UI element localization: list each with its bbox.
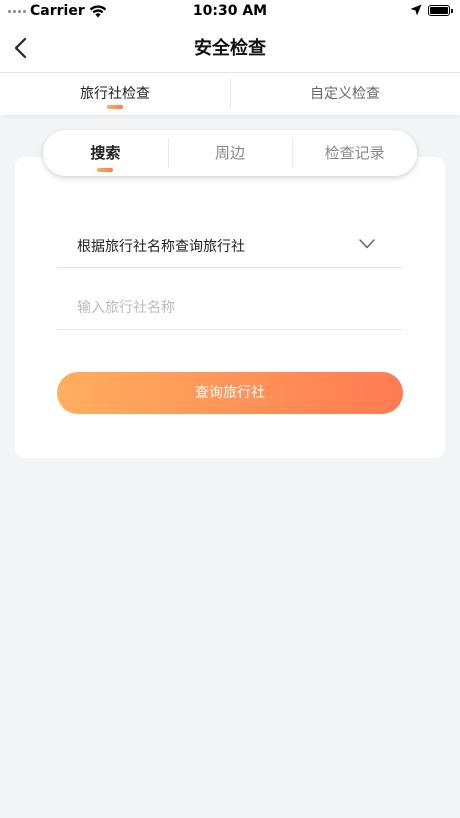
tab-custom-check[interactable]: 自定义检查 — [230, 73, 460, 115]
tab-active-indicator — [107, 105, 123, 109]
search-mode-label: 根据旅行社名称查询旅行社 — [77, 239, 245, 255]
segment-label: 检查记录 — [324, 144, 385, 162]
segment-label: 搜索 — [90, 144, 121, 162]
agency-name-input[interactable] — [77, 296, 377, 320]
nav-bar: 安全检查 — [0, 24, 460, 73]
status-bar: Carrier 10:30 AM — [0, 0, 460, 24]
top-tab-bar: 旅行社检查 自定义检查 — [0, 73, 460, 115]
query-agency-button[interactable]: 查询旅行社 — [57, 372, 403, 414]
battery-icon — [428, 4, 453, 16]
segment-active-indicator — [97, 168, 114, 172]
location-arrow-icon — [410, 4, 422, 16]
tab-travel-agency-check[interactable]: 旅行社检查 — [0, 73, 230, 115]
status-time: 10:30 AM — [192, 3, 268, 19]
status-right — [410, 4, 453, 16]
page-title: 安全检查 — [194, 38, 266, 59]
tab-label: 自定义检查 — [310, 86, 380, 102]
agency-name-field-row — [57, 288, 403, 330]
segment-tab-search[interactable]: 搜索 — [43, 130, 168, 176]
segment-label: 周边 — [215, 144, 246, 162]
chevron-down-icon — [359, 239, 375, 249]
segment-tab-nearby[interactable]: 周边 — [167, 130, 293, 176]
search-mode-select[interactable]: 根据旅行社名称查询旅行社 — [57, 226, 403, 268]
tab-label: 旅行社检查 — [80, 86, 150, 102]
segment-tab-records[interactable]: 检查记录 — [292, 130, 417, 176]
segment-tab-bar: 搜索 周边 检查记录 — [43, 130, 417, 176]
